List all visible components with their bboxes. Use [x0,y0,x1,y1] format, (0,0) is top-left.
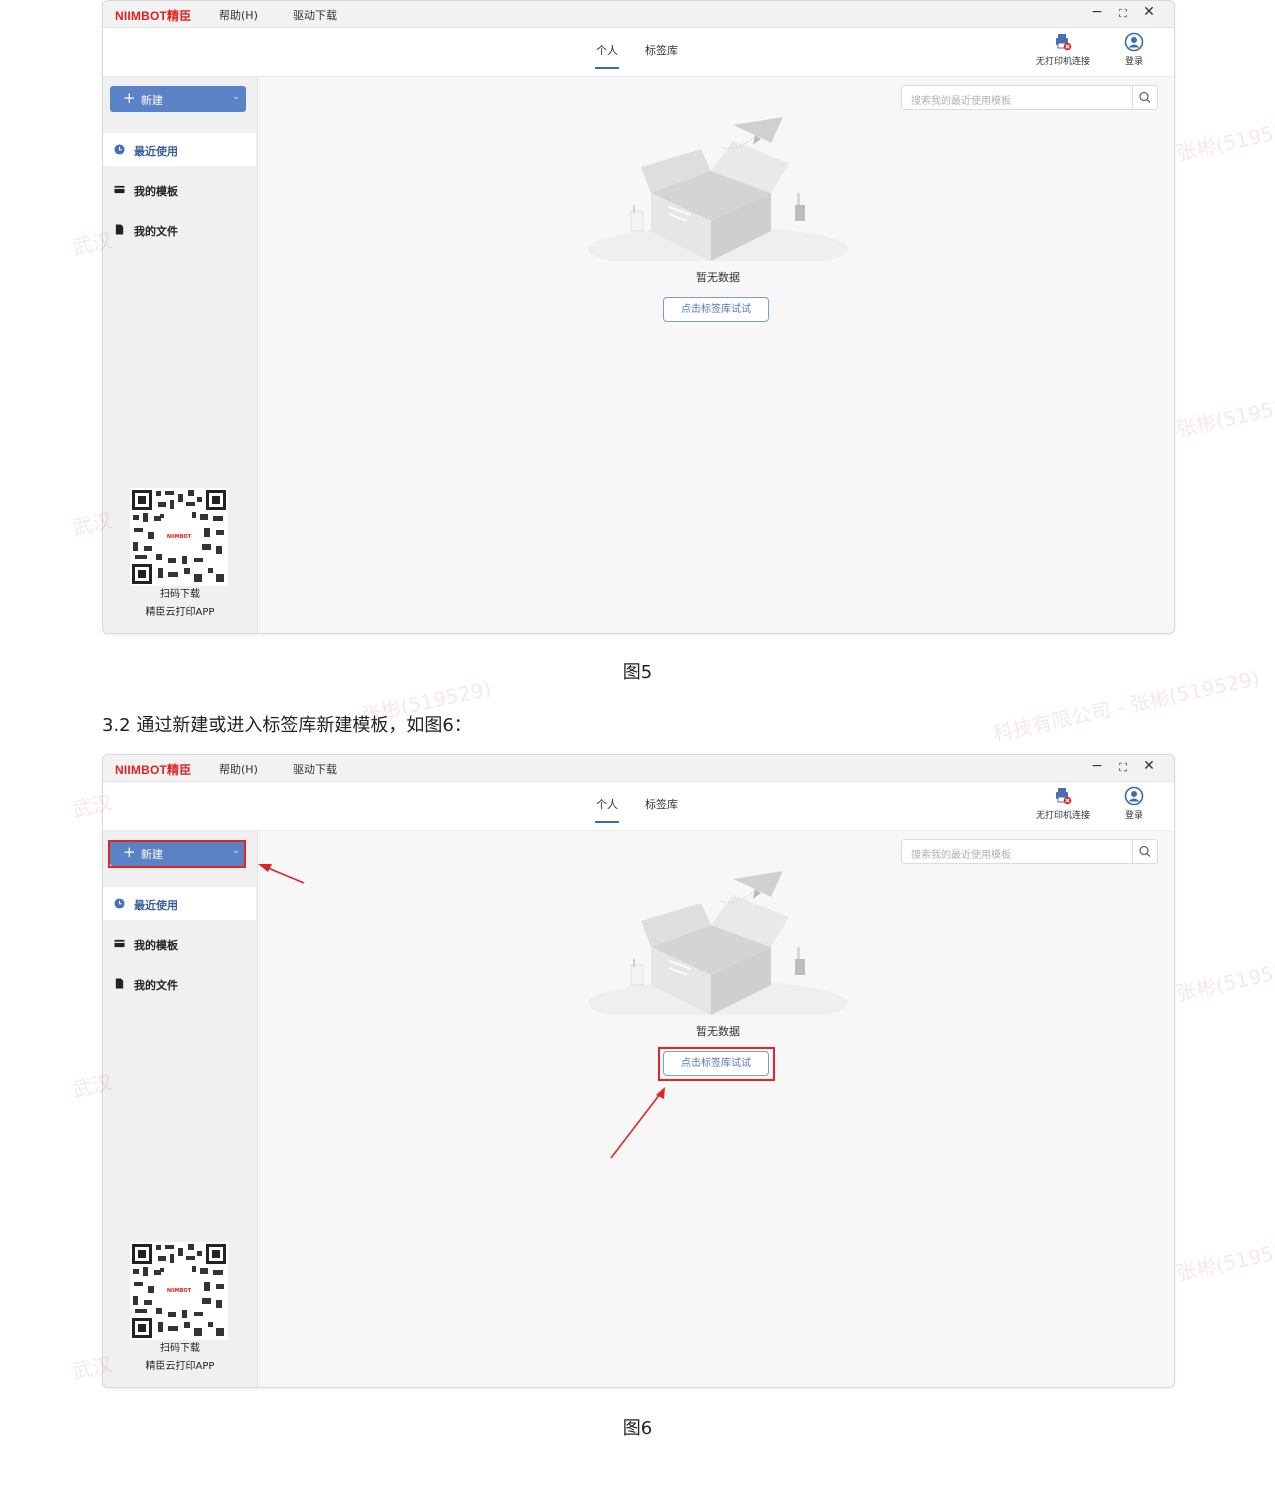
tab-label-library[interactable]: 标签库 [645,42,678,58]
top-toolbar: 个人 标签库 无打印机连接 登录 [103,782,1174,831]
file-icon [115,978,124,989]
plus-icon: + [123,89,136,107]
login-button[interactable]: 登录 [1099,32,1169,67]
tab-personal[interactable]: 个人 [595,42,619,69]
empty-box-illustration [588,117,848,261]
qr-caption-line2: 精臣云打印APP [145,1361,215,1372]
minimize-button[interactable]: − [1088,4,1106,20]
sidebar-item-recent[interactable]: 最近使用 [103,887,256,920]
search-button[interactable] [1132,86,1157,109]
qr-caption-line1: 扫码下载 [160,1343,200,1354]
highlight-try-button [658,1047,775,1081]
app-window-figure5: NIIMBOT精臣 帮助(H) 驱动下载 − ⛶ ✕ 个人 标签库 无打印机连接 [102,0,1175,634]
sidebar-item-label: 最近使用 [134,899,178,912]
figure5-caption: 图5 [622,662,653,683]
section-title: 3.2 通过新建或进入标签库新建模板，如图6： [102,715,472,736]
figure6-caption: 图6 [622,1418,653,1439]
qr-caption-line1: 扫码下载 [160,589,200,600]
login-label: 登录 [1124,57,1143,67]
app-window-figure6: NIIMBOT精臣 帮助(H) 驱动下载 − ⛶ ✕ 个人 标签库 无打印机连接 [102,754,1175,1388]
qr-caption-line2: 精臣云打印APP [145,607,215,618]
sidebar-item-label: 我的模板 [134,185,178,198]
close-button[interactable]: ✕ [1140,4,1158,20]
sidebar-item-label: 我的模板 [134,939,178,952]
printer-status-button[interactable]: 无打印机连接 [1028,786,1098,821]
file-icon [115,224,124,235]
qr-code: NIIMBOT [130,1242,228,1340]
new-button-label: 新建 [141,94,163,107]
top-toolbar: 个人 标签库 无打印机连接 登录 [103,28,1174,77]
clock-icon [114,144,125,155]
qr-brand-logo: NIIMBOT [162,525,196,549]
search-icon [1139,845,1151,857]
close-button[interactable]: ✕ [1140,758,1158,774]
search-button[interactable] [1132,840,1157,863]
user-icon [1124,32,1144,52]
login-label: 登录 [1124,811,1143,821]
search-input[interactable]: 搜索我的最近使用模板 [911,92,1011,107]
qr-code: NIIMBOT [130,488,228,586]
qr-brand-logo: NIIMBOT [162,1279,196,1303]
watermark: 张彬(519529) [1174,390,1275,442]
sidebar-item-files[interactable]: 我的文件 [103,213,256,246]
try-label-library-button[interactable]: 点击标签库试试 [663,297,769,322]
menu-driver-download[interactable]: 驱动下载 [293,7,337,23]
chevron-down-icon[interactable]: ⌄ [232,92,240,102]
maximize-button[interactable]: ⛶ [1114,7,1132,21]
search-box[interactable]: 搜索我的最近使用模板 [901,839,1158,864]
sidebar-item-label: 最近使用 [134,145,178,158]
watermark: 张彬(519529) [1174,954,1275,1006]
sidebar-item-label: 我的文件 [134,225,178,238]
watermark: 张彬(519529) [1174,114,1275,166]
sidebar: + 新建 ⌄ 最近使用 我的模板 我的文件 NIIMBOT 扫码下载 精臣云打印… [103,831,258,1387]
template-card-icon [114,939,125,948]
empty-state-text: 暂无数据 [696,1025,740,1038]
sidebar-item-files[interactable]: 我的文件 [103,967,256,1000]
printer-status-label: 无打印机连接 [1035,57,1090,67]
template-card-icon [114,185,125,194]
sidebar: + 新建 ⌄ 最近使用 我的模板 我的文件 NIIMBOT 扫码下载 精臣云打印… [103,77,258,633]
new-button[interactable]: + 新建 ⌄ [110,86,246,112]
empty-box-illustration [588,871,848,1015]
empty-state-text: 暂无数据 [696,271,740,284]
user-icon [1124,786,1144,806]
watermark: 张彬(519529) [1174,1234,1275,1286]
clock-icon [114,898,125,909]
app-logo: NIIMBOT精臣 [115,9,192,23]
sidebar-item-templates[interactable]: 我的模板 [103,927,256,960]
search-box[interactable]: 搜索我的最近使用模板 [901,85,1158,110]
menu-driver-download[interactable]: 驱动下载 [293,761,337,777]
login-button[interactable]: 登录 [1099,786,1169,821]
search-icon [1139,91,1151,103]
title-bar: NIIMBOT精臣 帮助(H) 驱动下载 − ⛶ ✕ [103,1,1174,28]
tab-personal[interactable]: 个人 [595,796,619,823]
printer-status-label: 无打印机连接 [1035,811,1090,821]
title-bar: NIIMBOT精臣 帮助(H) 驱动下载 − ⛶ ✕ [103,755,1174,782]
tab-label-library[interactable]: 标签库 [645,796,678,812]
search-input[interactable]: 搜索我的最近使用模板 [911,846,1011,861]
menu-help[interactable]: 帮助(H) [219,761,258,777]
qr-caption: 扫码下载 精臣云打印APP [103,1340,257,1376]
maximize-button[interactable]: ⛶ [1114,761,1132,775]
printer-disconnected-icon [1056,34,1072,51]
highlight-new-button [108,840,246,868]
sidebar-item-templates[interactable]: 我的模板 [103,173,256,206]
minimize-button[interactable]: − [1088,758,1106,774]
printer-disconnected-icon [1056,788,1072,805]
printer-status-button[interactable]: 无打印机连接 [1028,32,1098,67]
menu-help[interactable]: 帮助(H) [219,7,258,23]
app-logo: NIIMBOT精臣 [115,763,192,777]
qr-caption: 扫码下载 精臣云打印APP [103,586,257,622]
sidebar-item-recent[interactable]: 最近使用 [103,133,256,166]
sidebar-item-label: 我的文件 [134,979,178,992]
